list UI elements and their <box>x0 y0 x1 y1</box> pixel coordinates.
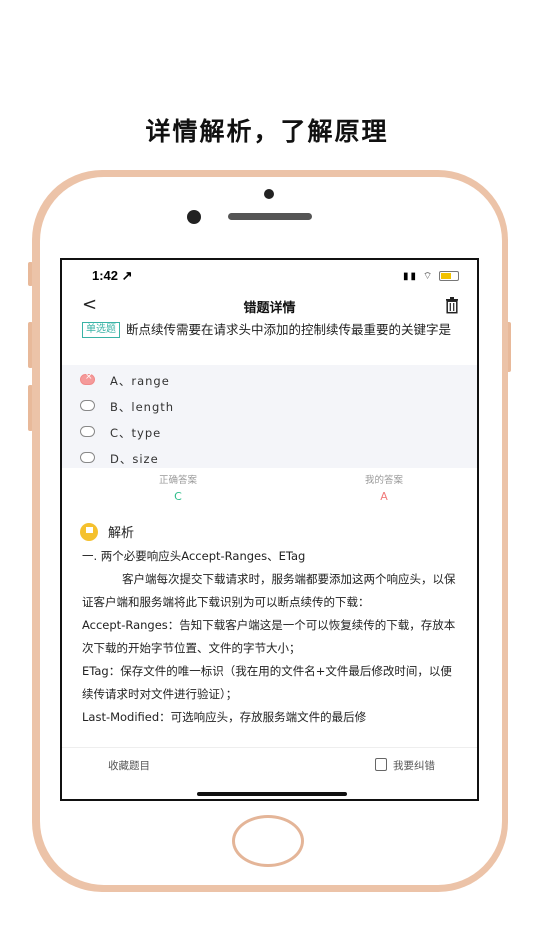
my-answer: 我的答案 A <box>324 472 444 503</box>
status-bar: 1:42 ↗ ▮▮ ⌔ <box>62 260 477 290</box>
option-b[interactable]: B、length <box>78 394 458 420</box>
analysis-line: Accept-Ranges：告知下载客户端这是一个可以恢复续传的下载，存放本次下… <box>82 618 456 655</box>
option-label: D、size <box>110 452 159 466</box>
battery-icon <box>439 271 459 282</box>
promo-headline: 详情解析，了解原理 <box>145 117 389 146</box>
report-icon <box>375 758 387 771</box>
phone-speaker <box>228 213 312 220</box>
option-label: A、range <box>110 374 170 388</box>
question-stem: 单选题 断点续传需要在请求头中添加的控制续传最重要的关键字是 <box>82 318 462 341</box>
wrong-mark-icon <box>80 372 95 385</box>
options-list: A、range B、length C、type D、size <box>62 365 477 468</box>
analysis-header: 解析 <box>80 522 134 542</box>
question-text: 断点续传需要在请求头中添加的控制续传最重要的关键字是 <box>126 322 452 337</box>
option-label: C、type <box>110 426 162 440</box>
option-c[interactable]: C、type <box>78 420 458 446</box>
phone-screen: 1:42 ↗ ▮▮ ⌔ < 错题详情 单选题 断点续传需要在请求头中添加的控制续传… <box>60 258 479 801</box>
trash-icon[interactable] <box>443 296 461 314</box>
correct-answer-value: C <box>174 490 182 503</box>
radio-icon <box>80 452 95 463</box>
status-icons: ▮▮ ⌔ <box>403 270 459 283</box>
my-answer-value: A <box>380 490 388 503</box>
flag-icon <box>80 523 98 541</box>
phone-sensor <box>264 189 274 199</box>
report-error-label: 我要纠错 <box>393 760 435 772</box>
question-type-tag: 单选题 <box>82 322 120 338</box>
nav-bar: < 错题详情 <box>62 292 477 320</box>
analysis-line: ETag：保存文件的唯一标识（我在用的文件名+文件最后修改时间，以便续传请求时对… <box>82 664 452 701</box>
analysis-body: 一. 两个必要响应头Accept-Ranges、ETag 客户端每次提交下载请求… <box>82 545 462 729</box>
option-d[interactable]: D、size <box>78 446 458 472</box>
analysis-line: 一. 两个必要响应头Accept-Ranges、ETag <box>82 549 306 563</box>
phone-camera <box>187 210 201 224</box>
analysis-line: 客户端每次提交下载请求时，服务端都要添加这两个响应头，以保证客户端和服务端将此下… <box>82 572 456 609</box>
correct-answer: 正确答案 C <box>118 472 238 503</box>
my-answer-label: 我的答案 <box>364 475 403 486</box>
bottom-action-bar: 收藏题目 我要纠错 <box>62 747 477 783</box>
correct-answer-label: 正确答案 <box>158 475 197 486</box>
signal-wifi-icon: ▮▮ ⌔ <box>403 271 435 282</box>
report-error-button[interactable]: 我要纠错 <box>375 758 435 773</box>
analysis-line: Last-Modified：可选响应头，存放服务端文件的最后修 <box>82 710 367 724</box>
radio-icon <box>80 400 95 411</box>
status-time: 1:42 ↗ <box>92 268 133 283</box>
page-title: 错题详情 <box>243 301 296 316</box>
collect-question-button[interactable]: 收藏题目 <box>108 758 150 773</box>
radio-icon <box>80 426 95 437</box>
home-indicator[interactable] <box>197 792 347 796</box>
option-label: B、length <box>110 400 175 414</box>
phone-home-button[interactable] <box>232 815 304 867</box>
answer-summary: 正确答案 C 我的答案 A <box>62 472 477 508</box>
analysis-title: 解析 <box>108 526 135 541</box>
option-a[interactable]: A、range <box>78 368 458 394</box>
